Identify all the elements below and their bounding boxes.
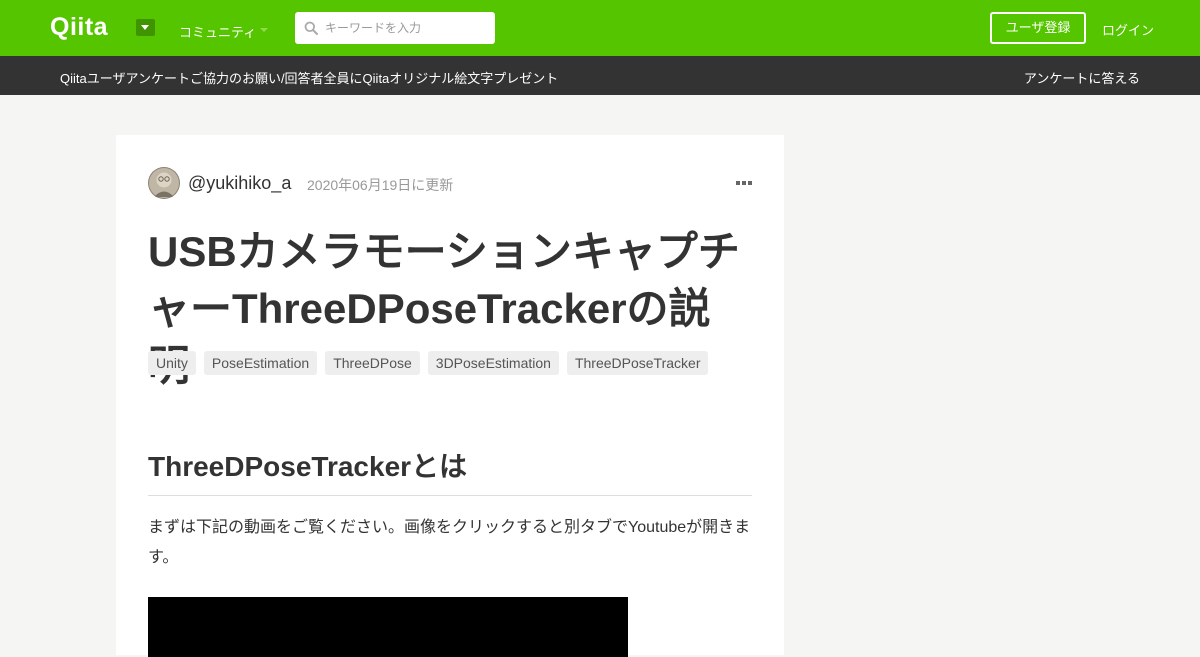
- global-header: Qiita コミュニティ ユーザ登録 ログイン: [0, 0, 1200, 56]
- tag-3dposeestimation[interactable]: 3DPoseEstimation: [427, 351, 559, 375]
- section-heading: ThreeDPoseTrackerとは: [148, 445, 752, 496]
- tag-threedposetracker[interactable]: ThreeDPoseTracker: [566, 351, 709, 375]
- author-name[interactable]: @yukihiko_a: [188, 173, 291, 194]
- search-icon: [304, 21, 318, 35]
- tag-unity[interactable]: Unity: [148, 351, 196, 375]
- more-icon[interactable]: [736, 180, 752, 186]
- signup-button[interactable]: ユーザ登録: [990, 12, 1086, 44]
- avatar[interactable]: [148, 167, 180, 199]
- qiita-logo[interactable]: Qiita: [50, 13, 108, 42]
- tag-poseestimation[interactable]: PoseEstimation: [203, 351, 318, 375]
- tag-threedpose[interactable]: ThreeDPose: [325, 351, 420, 375]
- tag-list: Unity PoseEstimation ThreeDPose 3DPoseEs…: [148, 351, 709, 375]
- article-paragraph: まずは下記の動画をご覧ください。画像をクリックすると別タブでYoutubeが開き…: [148, 519, 751, 566]
- chevron-down-icon[interactable]: [136, 19, 155, 36]
- search-box[interactable]: [295, 12, 495, 44]
- banner-text[interactable]: Qiitaユーザアンケートご協力のお願い/回答者全員にQiitaオリジナル絵文字…: [60, 68, 558, 87]
- article-card: @yukihiko_a 2020年06月19日に更新 USBカメラモーションキャ…: [116, 135, 784, 657]
- updated-date: 2020年06月19日に更新: [307, 177, 454, 193]
- caret-down-icon[interactable]: [260, 28, 268, 32]
- search-input[interactable]: [325, 12, 490, 44]
- community-menu[interactable]: コミュニティ: [179, 22, 256, 41]
- announcement-banner: Qiitaユーザアンケートご協力のお願い/回答者全員にQiitaオリジナル絵文字…: [0, 56, 1200, 95]
- login-link[interactable]: ログイン: [1102, 20, 1154, 39]
- survey-link[interactable]: アンケートに答える: [1024, 68, 1140, 87]
- video-thumbnail[interactable]: [148, 597, 628, 657]
